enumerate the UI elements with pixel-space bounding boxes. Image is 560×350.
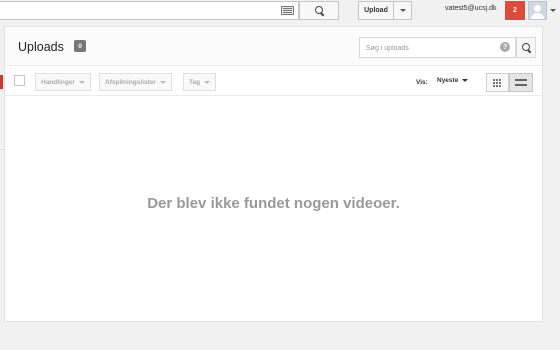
keyboard-icon[interactable] [281,6,294,15]
uploads-search-box[interactable]: ? [359,37,516,58]
tag-label: Tag [189,78,201,86]
grid-icon [492,78,503,87]
list-icon [515,79,527,86]
tag-button[interactable]: Tag [183,73,217,91]
page-title: Uploads [18,40,64,54]
playlists-label: Afspilningslister [105,78,156,86]
uploads-toolbar: Handlinger Afspilningslister Tag Vis: Ny… [5,67,542,96]
site-search-button[interactable] [299,1,339,20]
notification-badge[interactable]: 2 [505,1,525,20]
uploads-search-input[interactable] [366,42,496,54]
chevron-down-icon [204,80,211,84]
site-search-field[interactable] [0,1,299,20]
upload-menu-button[interactable] [393,1,412,20]
chevron-down-icon [159,80,166,84]
uploads-header: Uploads 0 ? [5,27,542,66]
upload-button[interactable]: Upload [358,1,394,20]
search-icon [521,43,531,52]
select-all-checkbox[interactable] [14,75,25,86]
user-email[interactable]: vatest5@ucsj.dk [445,5,496,12]
empty-state-message: Der blev ikke fundet nogen videoer. [147,195,400,212]
list-view-button[interactable] [509,73,533,92]
account-menu-chevron-icon[interactable] [550,9,556,12]
search-icon [314,6,324,15]
uploads-panel: Uploads 0 ? Handlinger Afspilningslister… [4,26,543,322]
actions-label: Handlinger [41,78,75,86]
help-icon[interactable]: ? [500,42,510,52]
top-bar: Upload vatest5@ucsj.dk 2 [0,0,560,22]
upload-count-badge: 0 [74,40,86,52]
sort-dropdown[interactable]: Nyeste [437,77,469,84]
actions-button[interactable]: Handlinger [35,73,91,91]
uploads-search-button[interactable] [516,37,536,58]
chevron-down-icon [78,80,85,84]
sort-label: Vis: [416,79,428,86]
chevron-down-icon [462,79,469,82]
playlists-button[interactable]: Afspilningslister [99,73,172,91]
sidebar-active-marker [0,75,3,89]
grid-view-button[interactable] [486,73,509,92]
chevron-down-icon [399,9,406,12]
sort-value: Nyeste [437,77,459,84]
avatar[interactable] [528,1,547,20]
